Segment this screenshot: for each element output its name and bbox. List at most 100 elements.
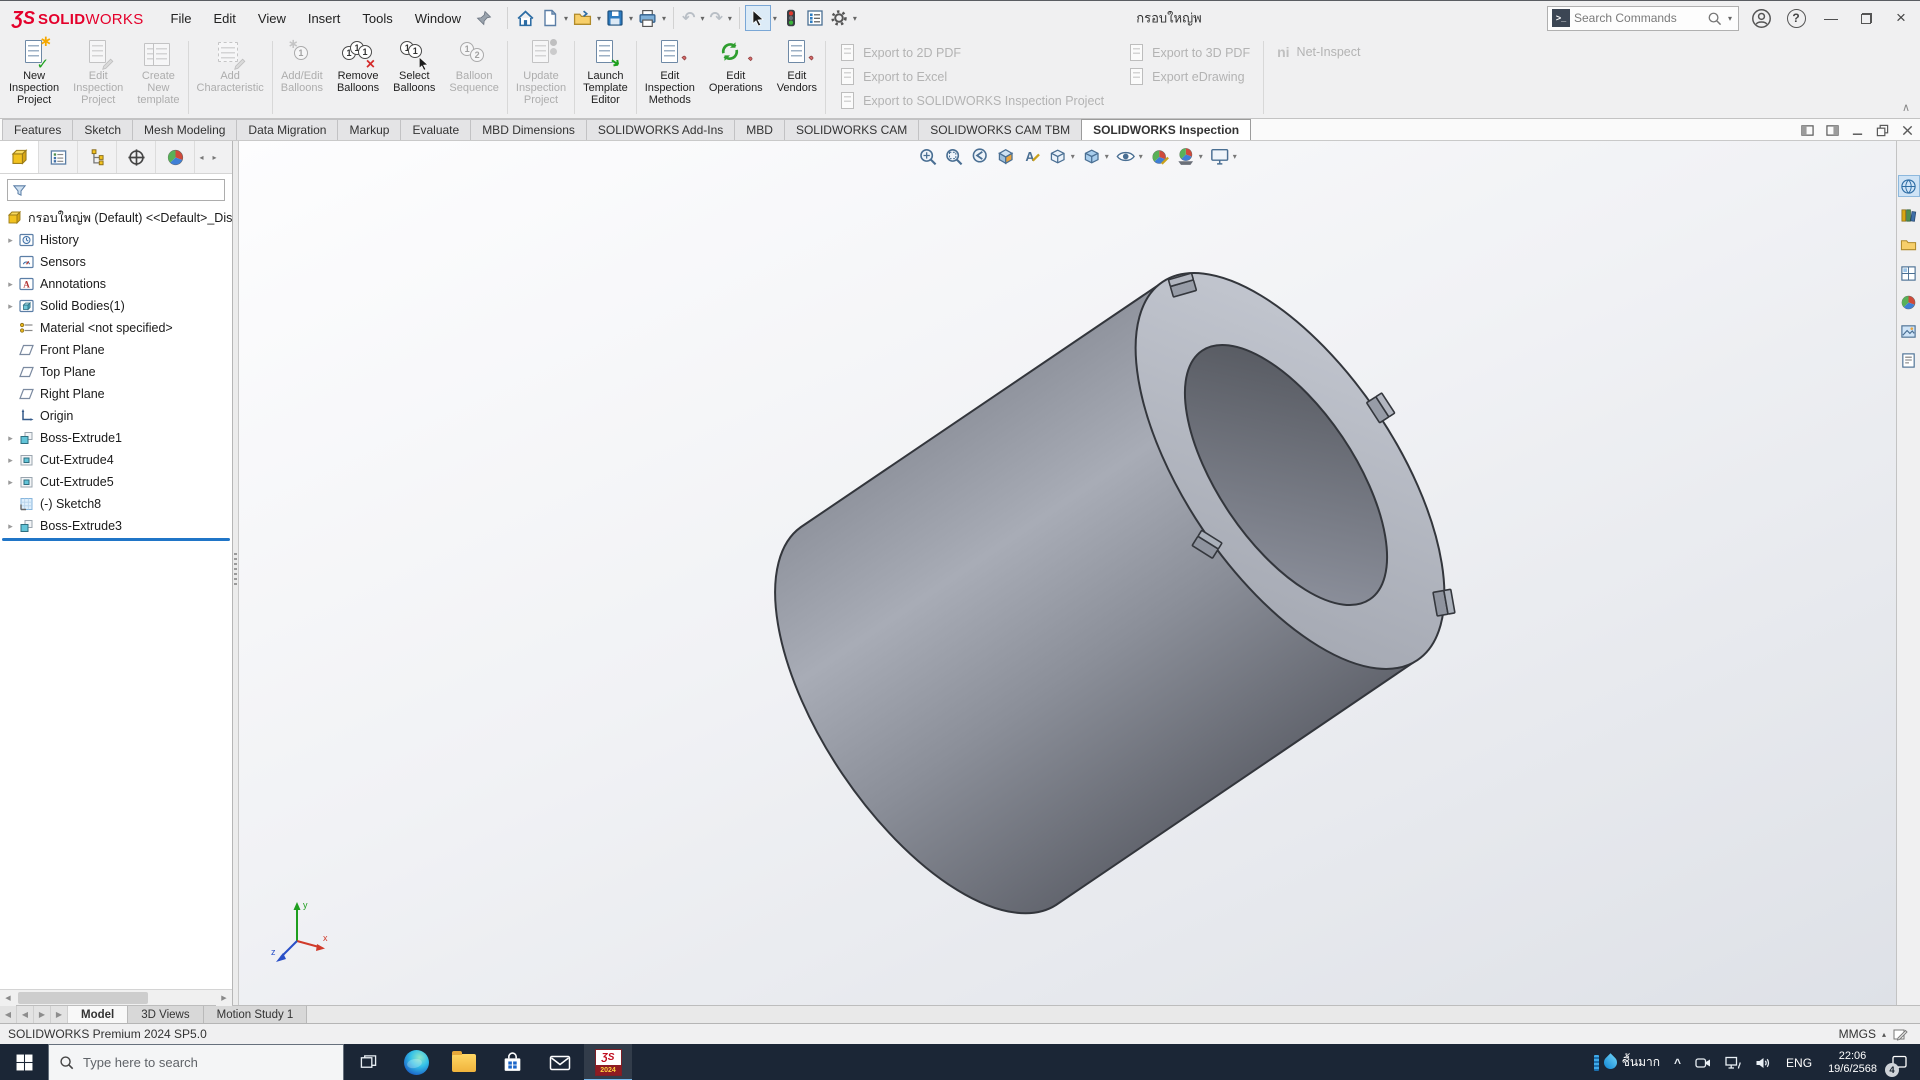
- add-characteristic-button[interactable]: Add Characteristic: [190, 37, 271, 118]
- new-document-button[interactable]: [538, 5, 562, 31]
- redo-caret-icon[interactable]: ▾: [728, 14, 732, 23]
- doc-tab-motion-study[interactable]: Motion Study 1: [204, 1006, 308, 1023]
- menu-window[interactable]: Window: [404, 6, 472, 31]
- doc-tab-3d-views[interactable]: 3D Views: [128, 1006, 203, 1023]
- menu-insert[interactable]: Insert: [297, 6, 352, 31]
- menu-view[interactable]: View: [247, 6, 297, 31]
- meet-now-button[interactable]: [1688, 1044, 1718, 1080]
- tab-solidworks-cam-tbm[interactable]: SOLIDWORKS CAM TBM: [918, 119, 1082, 140]
- expander-icon[interactable]: ▸: [3, 477, 18, 488]
- section-view-button[interactable]: [993, 143, 1018, 169]
- minimize-button[interactable]: —: [1818, 5, 1844, 31]
- doc-tab-model[interactable]: Model: [68, 1006, 128, 1023]
- solidworks-taskbar-button[interactable]: ƷS2024: [584, 1044, 632, 1080]
- tree-item-solid-bodies[interactable]: ▸Solid Bodies(1): [0, 295, 232, 317]
- doc-close-icon[interactable]: [1901, 124, 1914, 137]
- tree-filter-input[interactable]: [32, 183, 220, 197]
- task-view-button[interactable]: [344, 1044, 392, 1080]
- new-caret-icon[interactable]: ▾: [564, 14, 568, 23]
- select-tool-button[interactable]: [745, 5, 771, 31]
- launch-template-editor-button[interactable]: Launch Template Editor: [576, 37, 635, 118]
- add-edit-balloons-button[interactable]: 1∗Add/Edit Balloons: [274, 37, 330, 118]
- tree-item-cut-extrude4[interactable]: ▸Cut-Extrude4: [0, 449, 232, 471]
- tree-item-top-plane[interactable]: Top Plane: [0, 361, 232, 383]
- network-button[interactable]: [1718, 1044, 1748, 1080]
- panel-tabs-scroll-right[interactable]: ▸: [208, 141, 221, 173]
- save-button[interactable]: [603, 5, 627, 31]
- search-caret-icon[interactable]: ▾: [1728, 14, 1732, 23]
- update-inspection-project-button[interactable]: Update Inspection Project: [509, 37, 573, 118]
- view-orientation-button[interactable]: [1045, 143, 1070, 169]
- tree-item-material[interactable]: Material <not specified>: [0, 317, 232, 339]
- tree-item-front-plane[interactable]: Front Plane: [0, 339, 232, 361]
- unit-system[interactable]: MMGS: [1839, 1027, 1876, 1041]
- taskbar-search-input[interactable]: [83, 1055, 333, 1070]
- tab-mbd[interactable]: MBD: [734, 119, 785, 140]
- print-caret-icon[interactable]: ▾: [662, 14, 666, 23]
- action-center-button[interactable]: 4: [1885, 1044, 1920, 1080]
- help-button[interactable]: ?: [1783, 5, 1809, 31]
- pane-right-icon[interactable]: [1826, 124, 1839, 137]
- weather-widget[interactable]: ชื้นมาก: [1587, 1044, 1667, 1080]
- tree-item-sketch8[interactable]: (-) Sketch8: [0, 493, 232, 515]
- prev-tab-icon[interactable]: ◀: [17, 1006, 34, 1023]
- tree-item-annotations[interactable]: ▸AAnnotations: [0, 273, 232, 295]
- rollback-bar[interactable]: [2, 538, 230, 541]
- tab-solidworks-inspection[interactable]: SOLIDWORKS Inspection: [1081, 119, 1251, 140]
- edit-operations-button[interactable]: path d="M11 2.5 L13.5 5 L5.5 13 L2 14 L3…: [702, 37, 770, 118]
- rebuild-button[interactable]: [779, 5, 803, 31]
- tree-item-boss-extrude1[interactable]: ▸Boss-Extrude1: [0, 427, 232, 449]
- mail-button[interactable]: [536, 1044, 584, 1080]
- net-inspect-button[interactable]: niNet-Inspect: [1277, 44, 1360, 60]
- taskbar-search[interactable]: [48, 1044, 344, 1080]
- options-caret-icon[interactable]: ▾: [853, 14, 857, 23]
- pane-left-icon[interactable]: [1801, 124, 1814, 137]
- view-settings-button[interactable]: [1207, 143, 1232, 169]
- tab-feature-manager-tree[interactable]: [0, 141, 39, 173]
- expander-icon[interactable]: ▸: [3, 455, 18, 466]
- tab-mbd-dimensions[interactable]: MBD Dimensions: [470, 119, 587, 140]
- tab-property-manager[interactable]: [39, 141, 78, 173]
- search-icon[interactable]: [1707, 11, 1722, 26]
- apply-scene-button[interactable]: [1173, 143, 1198, 169]
- tab-configuration-manager[interactable]: [78, 141, 117, 173]
- view-orientation-caret-icon[interactable]: ▾: [1071, 152, 1075, 161]
- expander-icon[interactable]: ▸: [3, 433, 18, 444]
- edit-vendors-button[interactable]: path d="M11 2.5 L13.5 5 L5.5 13 L2 14 L3…: [770, 37, 824, 118]
- scenes-button[interactable]: [1898, 320, 1920, 342]
- panel-tabs-scroll-left[interactable]: ◂: [195, 141, 208, 173]
- file-explorer-button[interactable]: [1898, 233, 1920, 255]
- tree-item-cut-extrude5[interactable]: ▸Cut-Extrude5: [0, 471, 232, 493]
- last-tab-icon[interactable]: ▶: [51, 1006, 68, 1023]
- print-button[interactable]: [635, 5, 660, 31]
- balloon-sequence-button[interactable]: 12Balloon Sequence: [442, 37, 506, 118]
- home-button[interactable]: [513, 5, 538, 31]
- tab-features[interactable]: Features: [2, 119, 73, 140]
- hidden-icons-button[interactable]: ^: [1667, 1044, 1688, 1080]
- design-library-button[interactable]: [1898, 204, 1920, 226]
- tree-item-sensors[interactable]: Sensors: [0, 251, 232, 273]
- scroll-right-icon[interactable]: ▶: [216, 990, 232, 1006]
- expander-icon[interactable]: ▸: [3, 279, 18, 290]
- expander-icon[interactable]: ▸: [3, 521, 18, 532]
- hide-show-caret-icon[interactable]: ▾: [1139, 152, 1143, 161]
- previous-view-button[interactable]: [967, 143, 992, 169]
- account-button[interactable]: [1748, 5, 1774, 31]
- clock[interactable]: 22:06 19/6/2568: [1820, 1050, 1885, 1076]
- doc-minimize-icon[interactable]: [1851, 124, 1864, 137]
- edit-inspection-project-button[interactable]: Edit Inspection Project: [66, 37, 130, 118]
- edge-button[interactable]: [392, 1044, 440, 1080]
- ribbon-collapse-chevron-icon[interactable]: ∧: [1902, 101, 1910, 114]
- menu-edit[interactable]: Edit: [202, 6, 246, 31]
- new-inspection-project-button[interactable]: ✓∗New Inspection Project: [2, 37, 66, 118]
- pin-menu-icon[interactable]: [476, 10, 492, 26]
- tags-edit-icon[interactable]: [1892, 1026, 1908, 1042]
- doc-restore-icon[interactable]: [1876, 124, 1889, 137]
- scrollbar-thumb[interactable]: [18, 992, 148, 1004]
- apply-scene-caret-icon[interactable]: ▾: [1199, 152, 1203, 161]
- panel-horizontal-scrollbar[interactable]: ◀ ▶: [0, 989, 232, 1005]
- tree-item-boss-extrude3[interactable]: ▸Boss-Extrude3: [0, 515, 232, 537]
- tab-solidworks-cam[interactable]: SOLIDWORKS CAM: [784, 119, 919, 140]
- export-2d-pdf-button[interactable]: Export to 2D PDF: [839, 44, 1104, 62]
- select-balloons-button[interactable]: 11Select Balloons: [386, 37, 442, 118]
